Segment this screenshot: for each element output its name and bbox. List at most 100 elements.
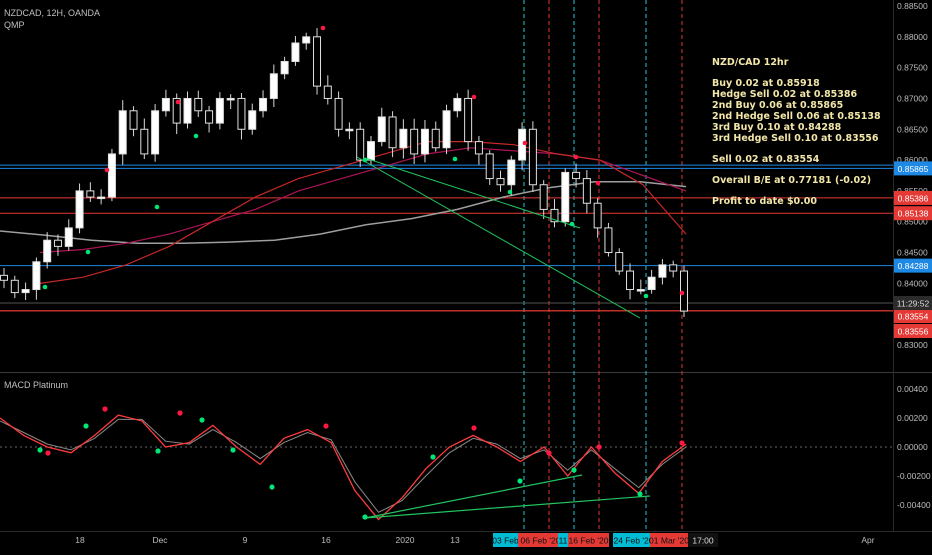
candle-body [302,36,311,44]
candle-body [215,97,224,124]
macd-sell-dot [596,444,602,450]
trade-line: Hedge Sell 0.02 at 0.85386 [712,89,858,100]
candle-body [561,171,570,223]
candle-body [528,128,537,186]
macd-sell-dot [102,406,108,412]
candle-body [593,202,602,229]
sell-signal-dot [679,290,685,296]
macd-buy-dot [155,448,161,454]
candle-body [453,97,462,112]
buy-signal-dot [643,293,649,299]
trade-line: 2nd Buy 0.06 at 0.85865 [712,100,844,111]
time-tick-label: Apr [861,535,874,545]
buy-signal-dot [42,284,48,290]
time-marker-label: 06 Feb '20 [521,536,561,546]
macd-tick-label: -0.00200 [897,471,931,481]
candle-body [194,97,203,112]
time-marker-label: 24 Feb '20 [614,536,654,546]
macd-tick-label: 0.00400 [897,384,928,394]
candle-body [32,261,41,291]
candle-body [237,97,246,130]
trade-level-tag-label: 0.85386 [898,193,929,203]
candle-body [248,110,257,130]
candle-body [205,110,214,124]
annotation-title: NZD/CAD 12hr [712,57,789,68]
candle-body [107,153,116,198]
candle-body [604,227,613,254]
candle-body [97,196,106,200]
trade-level-tag-label: 0.83556 [898,327,929,337]
macd-tick-label: -0.00400 [897,500,931,510]
price-tick-label: 0.83000 [897,340,928,350]
sell-signal-dot [175,99,181,105]
candle-body [43,239,52,263]
macd-buy-dot [269,484,275,490]
time-tick-label: 9 [243,535,248,545]
candle-body [323,85,332,99]
buy-signal-dot [507,189,513,195]
candle-body [626,270,635,291]
candle-body [431,128,440,149]
price-tick-label: 0.84500 [897,248,928,258]
candle-body [615,252,624,272]
price-tick-label: 0.88500 [897,1,928,11]
price-tick-label: 0.86500 [897,124,928,134]
sell-signal-dot [573,154,579,160]
symbol-label: NZDCAD, 12H, OANDA [4,8,101,18]
candle-body [582,178,591,204]
time-marker-label: 11 [559,536,568,546]
time-marker-label: 01 Mar '20 [649,536,689,546]
candle-body [53,239,62,247]
trade-level-tag-label: 0.84288 [898,261,929,271]
sell-signal-dot [320,25,326,31]
macd-buy-dot [571,467,577,473]
breakeven-text: Overall B/E at 0.77181 (-0.02) [712,175,872,186]
macd-sell-dot [471,425,477,431]
time-tick-label: 18 [75,535,85,545]
candle-body [291,42,300,62]
candle-body [388,116,397,149]
candle-body [269,73,278,99]
candle-body [647,276,656,291]
price-tick-label: 0.88000 [897,32,928,42]
candle-body [21,289,30,294]
candle-body [334,97,343,130]
macd-buy-dot [430,454,436,460]
time-marker-label: 17:00 [692,536,714,546]
macd-buy-dot [517,478,523,484]
sell-signal-dot [471,94,477,100]
candle-body [183,97,192,124]
candle-body [161,97,170,112]
candle-body [151,110,160,155]
candle-body [658,264,667,278]
price-tick-label: 0.87500 [897,63,928,73]
buy-signal-dot [452,156,458,162]
macd-sell-dot [679,440,685,446]
profit-text: Profit to date $0.00 [712,196,817,207]
trade-annotation: NZD/CAD 12hr Buy 0.02 at 0.85918 Hedge S… [712,57,881,207]
candle-body [474,141,483,155]
candle-body [572,171,581,180]
sell-line-text: Sell 0.02 at 0.83554 [712,154,820,165]
time-marker-label: 03 Feb [492,536,519,546]
trade-line: Buy 0.02 at 0.85918 [712,78,820,89]
time-tick-label: 2020 [396,535,415,545]
candle-body [0,274,8,281]
macd-tick-label: 0.00200 [897,413,928,423]
macd-tick-label: 0.00000 [897,442,928,452]
time-tick-label: Dec [152,535,168,545]
candle-body [669,264,678,272]
candle-body [636,289,645,292]
trade-level-tag-label: 0.83554 [898,312,929,322]
candle-body [86,190,95,198]
macd-sell-dot [45,450,51,456]
candle-body [226,97,235,101]
current-time-label: 11:29:52 [897,299,930,309]
buy-signal-dot [569,221,575,227]
macd-buy-dot [637,491,643,497]
macd-buy-dot [37,447,43,453]
buy-signal-dot [154,204,160,210]
trade-line: 3rd Hedge Sell 0.10 at 0.83556 [712,133,879,144]
candle-body [399,128,408,149]
candle-body [539,184,548,210]
